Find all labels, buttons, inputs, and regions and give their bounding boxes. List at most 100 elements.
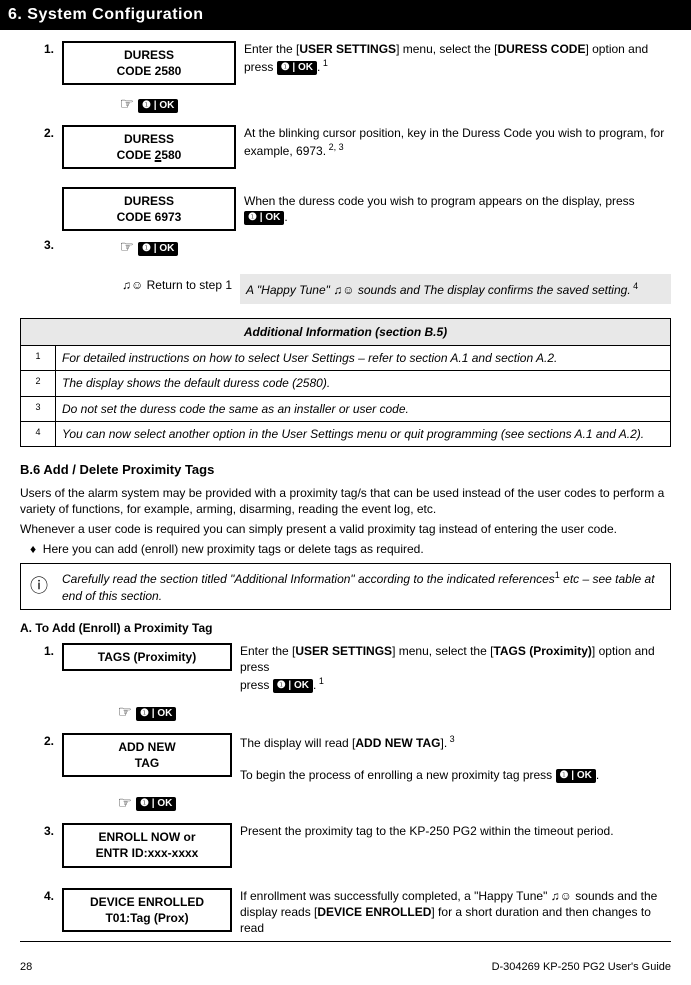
ok-button-icon: ❶ | OK (138, 242, 178, 256)
ref-text: Do not set the duress code the same as a… (56, 396, 671, 421)
hand-icon: ☞ (120, 239, 134, 256)
text: Enter the [ (244, 42, 299, 56)
section-heading: B.6 Add / Delete Proximity Tags (20, 461, 671, 479)
text: . (284, 210, 287, 224)
step-number: 1. (20, 38, 58, 88)
display-line: CODE 6973 (117, 210, 182, 224)
text-bold: DURESS CODE (497, 42, 585, 56)
text: . (596, 768, 599, 782)
ok-button-icon: ❶ | OK (138, 99, 178, 113)
display-line: ENROLL NOW or (98, 830, 195, 844)
ref-num: 1 (21, 346, 56, 371)
info-text: Carefully read the section titled "Addit… (57, 564, 671, 609)
text: Here you can add (enroll) new proximity … (43, 542, 424, 556)
display-box: DEVICE ENROLLED T01:Tag (Prox) (62, 888, 232, 932)
text: The display will read [ (240, 736, 355, 750)
ok-button-icon: ❶ | OK (136, 707, 176, 721)
text: Enter the [ (240, 644, 295, 658)
footnote-ref: 4 (631, 281, 639, 291)
music-icon: ♫☺ (551, 889, 572, 903)
ref-text: The display shows the default duress cod… (56, 371, 671, 396)
display-box: DURESS CODE 6973 (62, 187, 236, 231)
display-line: ADD NEW (118, 740, 175, 754)
step-number: 3. (20, 820, 58, 870)
display-box: TAGS (Proximity) (62, 643, 232, 671)
text-bold: USER SETTINGS (295, 644, 392, 658)
step-description: When the duress code you wish to program… (240, 184, 671, 234)
bullet-item: ♦ Here you can add (enroll) new proximit… (30, 541, 671, 557)
enroll-steps: 1. TAGS (Proximity) Enter the [USER SETT… (20, 640, 671, 939)
display-box: DURESS CODE 2580 (62, 41, 236, 85)
ref-text: For detailed instructions on how to sele… (56, 346, 671, 371)
step-number: 1. (20, 640, 58, 697)
step-number: 2. (20, 730, 58, 787)
text: To begin the process of enrolling a new … (240, 768, 556, 782)
display-line: CODE 2580 (117, 64, 182, 78)
page-number: 28 (20, 960, 32, 975)
info-icon: ⓘ (21, 564, 58, 609)
subsection-heading: A. To Add (Enroll) a Proximity Tag (20, 620, 671, 636)
display-line: CODE (117, 148, 155, 162)
step-number: 3. (20, 234, 58, 262)
display-box: DURESS CODE 2580 (62, 125, 236, 169)
text: When the duress code you wish to program… (244, 194, 635, 208)
text: If enrollment was successfully completed… (240, 889, 551, 903)
ref-num: 3 (21, 396, 56, 421)
ok-button-icon: ❶ | OK (244, 211, 284, 225)
display-line: DEVICE ENROLLED (90, 895, 204, 909)
display-line: ENTR ID:xxx-xxxx (96, 846, 199, 860)
return-step: ♫☺ Return to step 1 (58, 274, 240, 304)
text-bold: ADD NEW TAG (355, 736, 440, 750)
ref-num: 2 (21, 371, 56, 396)
text-bold: USER SETTINGS (299, 42, 396, 56)
step-description: The display will read [ADD NEW TAG]. 3 T… (236, 730, 671, 787)
hand-icon: ☞ (118, 795, 132, 812)
step-number: 4. (20, 885, 58, 940)
page-footer: 28 D-304269 KP-250 PG2 User's Guide (20, 960, 671, 975)
hand-icon: ☞ (120, 96, 134, 113)
footnote-ref: 3 (447, 734, 455, 744)
text: ] menu, select the [ (396, 42, 497, 56)
additional-info-table: Additional Information (section B.5) 1Fo… (20, 318, 671, 447)
display-line: TAG (135, 756, 159, 770)
display-line: 580 (161, 148, 181, 162)
step-description: Present the proximity tag to the KP-250 … (236, 820, 671, 870)
display-line: DURESS (124, 132, 174, 146)
step-description: Enter the [USER SETTINGS] menu, select t… (240, 38, 671, 88)
text: At the blinking cursor position, key in … (244, 126, 664, 158)
text-bold: DEVICE ENROLLED (317, 905, 431, 919)
ok-button-icon: ❶ | OK (277, 61, 317, 75)
chapter-title: 6. System Configuration (0, 0, 691, 30)
paragraph: Whenever a user code is required you can… (20, 521, 671, 537)
step-description: At the blinking cursor position, key in … (240, 122, 671, 172)
music-icon: ♫☺ (333, 283, 354, 297)
duress-steps: 1. DURESS CODE 2580 Enter the [USER SETT… (20, 38, 671, 305)
table-header: Additional Information (section B.5) (21, 319, 671, 346)
text: Carefully read the section titled "Addit… (62, 572, 555, 586)
doc-id: D-304269 KP-250 PG2 User's Guide (492, 960, 671, 975)
ok-button-icon: ❶ | OK (136, 797, 176, 811)
info-box: ⓘ Carefully read the section titled "Add… (20, 563, 671, 609)
display-box: ENROLL NOW or ENTR ID:xxx-xxxx (62, 823, 232, 867)
text: ] menu, select the [ (392, 644, 493, 658)
step-number: 2. (20, 122, 58, 172)
text: Return to step 1 (143, 278, 232, 292)
hand-icon: ☞ (118, 704, 132, 721)
confirmation-note: A "Happy Tune" ♫☺ sounds and The display… (240, 274, 671, 304)
ref-text: You can now select another option in the… (56, 421, 671, 446)
step-description: If enrollment was successfully completed… (236, 885, 671, 940)
footnote-ref: 2, 3 (326, 142, 344, 152)
display-line: T01:Tag (Prox) (105, 911, 188, 925)
ref-num: 4 (21, 421, 56, 446)
text-bold: TAGS (Proximity) (493, 644, 591, 658)
ok-button-icon: ❶ | OK (273, 679, 313, 693)
step-description: Enter the [USER SETTINGS] menu, select t… (236, 640, 671, 697)
paragraph: Users of the alarm system may be provide… (20, 485, 671, 517)
display-line: DURESS (124, 194, 174, 208)
music-icon: ♫☺ (122, 278, 143, 292)
text: sounds and The display confirms the save… (355, 283, 631, 297)
display-box: ADD NEW TAG (62, 733, 232, 777)
text: A "Happy Tune" (246, 283, 333, 297)
display-line: DURESS (124, 48, 174, 62)
ok-button-icon: ❶ | OK (556, 769, 596, 783)
